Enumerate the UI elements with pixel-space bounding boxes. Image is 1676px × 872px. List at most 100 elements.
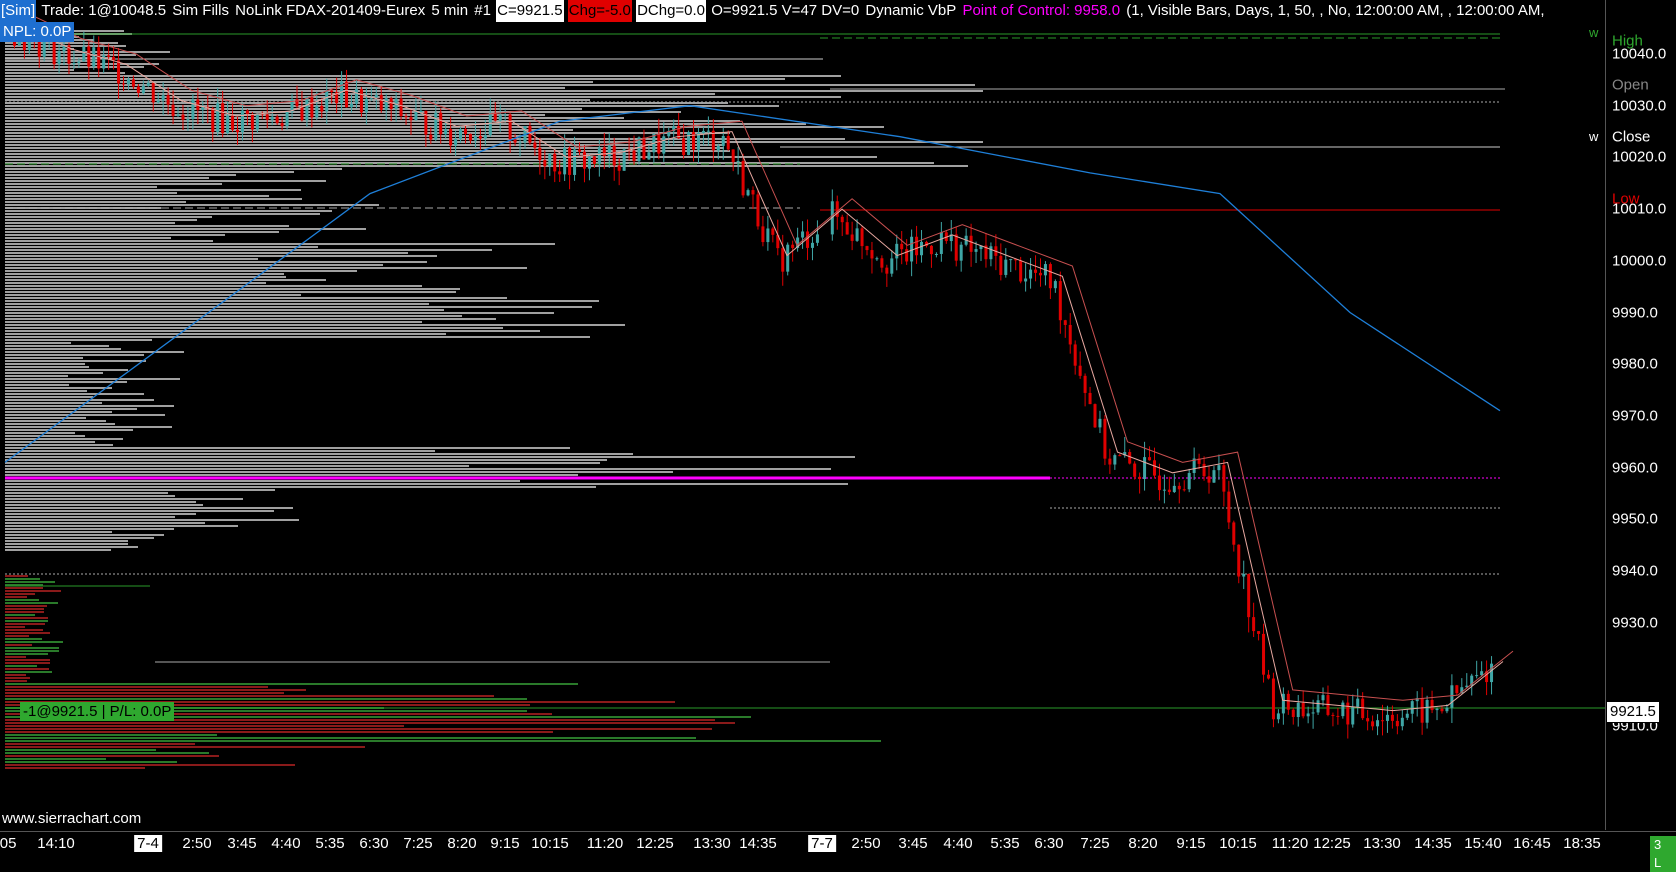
profile-bar xyxy=(5,252,408,254)
profile-bar xyxy=(5,593,35,595)
candle xyxy=(1371,715,1375,731)
profile-bar xyxy=(5,408,137,410)
profile-bar xyxy=(5,321,422,323)
profile-bar xyxy=(5,69,74,71)
candle xyxy=(1326,685,1330,717)
profile-bar xyxy=(5,459,607,461)
candle xyxy=(1271,672,1275,728)
study-params: (1, Visible Bars, Days, 1, 50, , No, 12:… xyxy=(1126,2,1545,19)
close-value: C=9921.5 xyxy=(496,0,564,22)
candle xyxy=(677,112,681,139)
profile-bar xyxy=(5,731,553,733)
profile-bar xyxy=(5,525,238,527)
profile-bar xyxy=(5,153,637,155)
time-tick-label: 8:20 xyxy=(447,835,477,852)
profile-bar xyxy=(5,462,600,464)
time-tick-label: 10:15 xyxy=(531,835,569,852)
daily-change-value: DChg=0.0 xyxy=(636,0,707,22)
profile-bar xyxy=(5,587,43,589)
candle xyxy=(102,46,106,74)
profile-bar xyxy=(5,228,366,230)
candle xyxy=(1341,700,1345,719)
profile-bar xyxy=(5,629,43,631)
profile-bar xyxy=(5,315,462,317)
profile-bar xyxy=(5,444,113,446)
time-tick-label: 12:25 xyxy=(636,835,674,852)
candle xyxy=(1207,465,1211,494)
candle xyxy=(786,242,790,276)
profile-bar xyxy=(5,468,831,470)
current-price-label: 9921.5 xyxy=(1606,701,1660,723)
profile-bar xyxy=(5,210,332,212)
profile-bar xyxy=(5,132,730,134)
candle xyxy=(756,189,760,230)
profile-bar xyxy=(5,63,159,65)
profile-bar xyxy=(5,84,975,86)
profile-bar xyxy=(5,366,89,368)
interval-label[interactable]: 5 min xyxy=(430,0,469,22)
profile-bar xyxy=(5,306,592,308)
candle xyxy=(1222,459,1226,507)
candle xyxy=(1138,472,1142,494)
profile-bar xyxy=(5,318,496,320)
symbol-label[interactable]: NoLink FDAX-201409-Eurex xyxy=(234,0,426,22)
profile-bar xyxy=(5,405,174,407)
profile-bar xyxy=(5,599,39,601)
candle xyxy=(82,31,86,62)
candle xyxy=(731,149,735,172)
candle xyxy=(885,264,889,287)
profile-bar xyxy=(5,195,269,197)
candle xyxy=(711,119,715,162)
account-label[interactable]: [Sim] xyxy=(0,0,37,22)
candle xyxy=(1212,466,1216,483)
profile-bar xyxy=(5,635,29,637)
candle xyxy=(1252,602,1256,638)
time-tick-label: 15:40 xyxy=(1464,835,1502,852)
candle xyxy=(1048,262,1052,300)
candle xyxy=(1400,709,1404,731)
candle xyxy=(1009,258,1013,273)
profile-bar xyxy=(5,381,127,383)
profile-bar xyxy=(5,480,520,482)
profile-bar xyxy=(5,519,299,521)
candle xyxy=(880,255,884,273)
study-name[interactable]: Dynamic VbP xyxy=(864,0,957,22)
profile-bar xyxy=(5,432,75,434)
candle xyxy=(57,39,61,74)
candle xyxy=(548,153,552,176)
profile-bar xyxy=(5,192,177,194)
profile-bar xyxy=(5,354,144,356)
profile-bar xyxy=(5,345,109,347)
profile-bar xyxy=(5,396,93,398)
npl-label: NPL: 0.0P xyxy=(0,22,75,42)
candle xyxy=(1192,447,1196,480)
candle xyxy=(1395,714,1399,735)
profile-bar xyxy=(5,144,724,146)
profile-bar xyxy=(5,339,152,341)
profile-bar xyxy=(5,653,48,655)
candle xyxy=(1024,263,1028,292)
profile-bar xyxy=(5,120,740,122)
profile-bar xyxy=(5,725,404,727)
profile-bar xyxy=(5,689,306,691)
candle xyxy=(1376,714,1380,736)
time-tick-label: 8:20 xyxy=(1128,835,1158,852)
profile-bar xyxy=(5,420,106,422)
profile-bar xyxy=(5,303,429,305)
candle xyxy=(929,245,933,268)
price-chart[interactable] xyxy=(0,0,1605,831)
position-label[interactable]: -1@9921.5 | P/L: 0.0P xyxy=(20,702,175,721)
profile-bar xyxy=(5,456,855,458)
profile-bar xyxy=(5,414,165,416)
trade-info: Trade: 1@10048.5 xyxy=(41,2,167,19)
profile-bar xyxy=(5,222,175,224)
profile-bar xyxy=(5,492,168,494)
candle xyxy=(751,186,755,210)
candle xyxy=(870,241,874,274)
time-axis[interactable]: :05 14:10 7-4 2:50 3:45 4:40 5:35 6:30 7:25 8:20 9… xyxy=(0,831,1676,856)
profile-bar xyxy=(5,243,555,245)
profile-bar xyxy=(5,375,68,377)
profile-bar xyxy=(5,755,219,757)
profile-bar xyxy=(5,761,177,763)
profile-bar xyxy=(5,641,63,643)
